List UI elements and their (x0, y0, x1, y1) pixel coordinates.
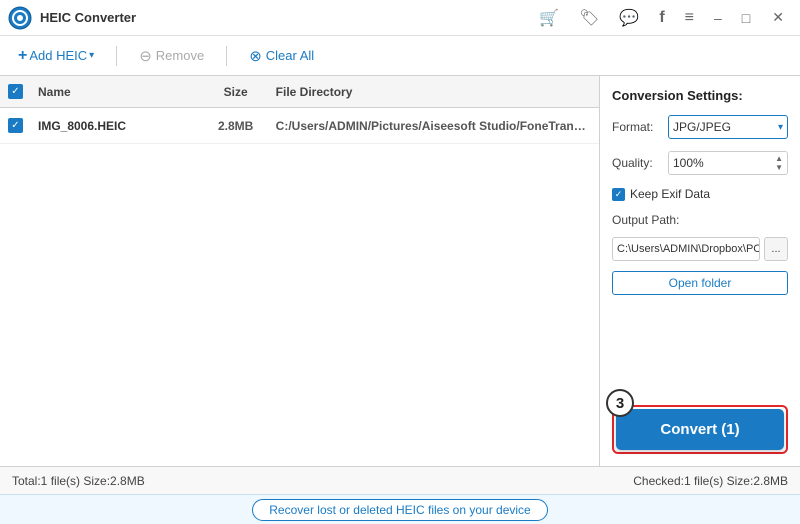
table-row[interactable]: ✓ IMG_8006.HEIC 2.8MB C:/Users/ADMIN/Pic… (0, 108, 599, 144)
format-value: JPG/JPEG (673, 120, 731, 134)
menu-icon[interactable]: ≡ (679, 7, 700, 29)
format-dropdown-icon: ▾ (778, 122, 783, 133)
clear-all-button[interactable]: ⊗ Clear All (243, 43, 320, 69)
file-list-area: ✓ Name Size File Directory ✓ IMG_8006.HE… (0, 76, 600, 466)
open-folder-button[interactable]: Open folder (612, 271, 788, 295)
quality-value: 100% (673, 156, 704, 170)
dropdown-arrow-icon: ▾ (89, 50, 94, 61)
file-list-spacer (0, 144, 599, 466)
cart-icon[interactable]: 🛒 (533, 6, 565, 30)
row-check-col: ✓ (8, 118, 38, 133)
quality-row: Quality: 100% ▲ ▼ (612, 151, 788, 175)
keep-exif-row: ✓ Keep Exif Data (612, 187, 788, 201)
output-path-box: C:\Users\ADMIN\Dropbox\PC\ (612, 237, 760, 261)
step-badge: 3 (606, 389, 634, 417)
app-logo (8, 6, 32, 30)
quality-stepper[interactable]: ▲ ▼ (775, 154, 783, 172)
table-header: ✓ Name Size File Directory (0, 76, 599, 108)
window-controls: 🛒 🏷 💬 f ≡ – □ ✕ (533, 6, 792, 30)
quality-label: Quality: (612, 156, 662, 170)
browse-button[interactable]: ... (764, 237, 788, 261)
toolbar: + Add HEIC ▾ ⊖ Remove ⊗ Clear All (0, 36, 800, 76)
header-name: Name (38, 85, 196, 99)
clear-icon: ⊗ (249, 47, 262, 65)
chat-icon[interactable]: 💬 (613, 6, 645, 30)
remove-icon: ⊖ (139, 47, 152, 65)
add-icon: + (18, 47, 27, 65)
format-select[interactable]: JPG/JPEG ▾ (668, 115, 788, 139)
header-check-col: ✓ (8, 84, 38, 99)
convert-button[interactable]: Convert (1) (616, 409, 784, 450)
output-path-label: Output Path: (612, 213, 788, 227)
facebook-icon[interactable]: f (653, 7, 670, 29)
quality-up-icon[interactable]: ▲ (775, 154, 783, 163)
add-heic-button[interactable]: + Add HEIC ▾ (12, 43, 100, 69)
keep-exif-checkbox[interactable]: ✓ (612, 188, 625, 201)
output-path-row: C:\Users\ADMIN\Dropbox\PC\ ... (612, 237, 788, 261)
select-all-checkbox[interactable]: ✓ (8, 84, 23, 99)
header-size: Size (196, 85, 276, 99)
keep-exif-label: Keep Exif Data (630, 187, 710, 201)
convert-button-wrapper: 3 Convert (1) (612, 405, 788, 454)
minimize-button[interactable]: – (708, 8, 728, 28)
recovery-link[interactable]: Recover lost or deleted HEIC files on yo… (252, 499, 547, 521)
toolbar-divider-1 (116, 46, 117, 66)
status-bar: Total:1 file(s) Size:2.8MB Checked:1 fil… (0, 466, 800, 494)
toolbar-divider-2 (226, 46, 227, 66)
right-panel: Conversion Settings: Format: JPG/JPEG ▾ … (600, 76, 800, 466)
convert-area: 3 Convert (1) (612, 405, 788, 454)
remove-button[interactable]: ⊖ Remove (133, 43, 210, 69)
close-button[interactable]: ✕ (764, 7, 792, 28)
recovery-bar: Recover lost or deleted HEIC files on yo… (0, 494, 800, 524)
panel-title: Conversion Settings: (612, 88, 788, 103)
format-row: Format: JPG/JPEG ▾ (612, 115, 788, 139)
title-bar: HEIC Converter 🛒 🏷 💬 f ≡ – □ ✕ (0, 0, 800, 36)
file-name: IMG_8006.HEIC (38, 119, 196, 133)
main-content: ✓ Name Size File Directory ✓ IMG_8006.HE… (0, 76, 800, 466)
tag-icon[interactable]: 🏷 (573, 6, 605, 30)
app-title: HEIC Converter (40, 10, 533, 25)
clear-all-label: Clear All (266, 48, 314, 63)
file-directory: C:/Users/ADMIN/Pictures/Aiseesoft Studio… (276, 119, 591, 133)
output-path-value: C:\Users\ADMIN\Dropbox\PC\ (617, 243, 760, 255)
file-size: 2.8MB (196, 119, 276, 133)
quality-input[interactable]: 100% ▲ ▼ (668, 151, 788, 175)
remove-label: Remove (156, 48, 204, 63)
status-right: Checked:1 file(s) Size:2.8MB (404, 474, 788, 488)
format-label: Format: (612, 120, 662, 134)
header-directory: File Directory (276, 85, 591, 99)
add-heic-label: Add HEIC (29, 48, 87, 63)
status-left: Total:1 file(s) Size:2.8MB (12, 474, 396, 488)
row-checkbox[interactable]: ✓ (8, 118, 23, 133)
maximize-button[interactable]: □ (736, 8, 756, 28)
quality-down-icon[interactable]: ▼ (775, 163, 783, 172)
